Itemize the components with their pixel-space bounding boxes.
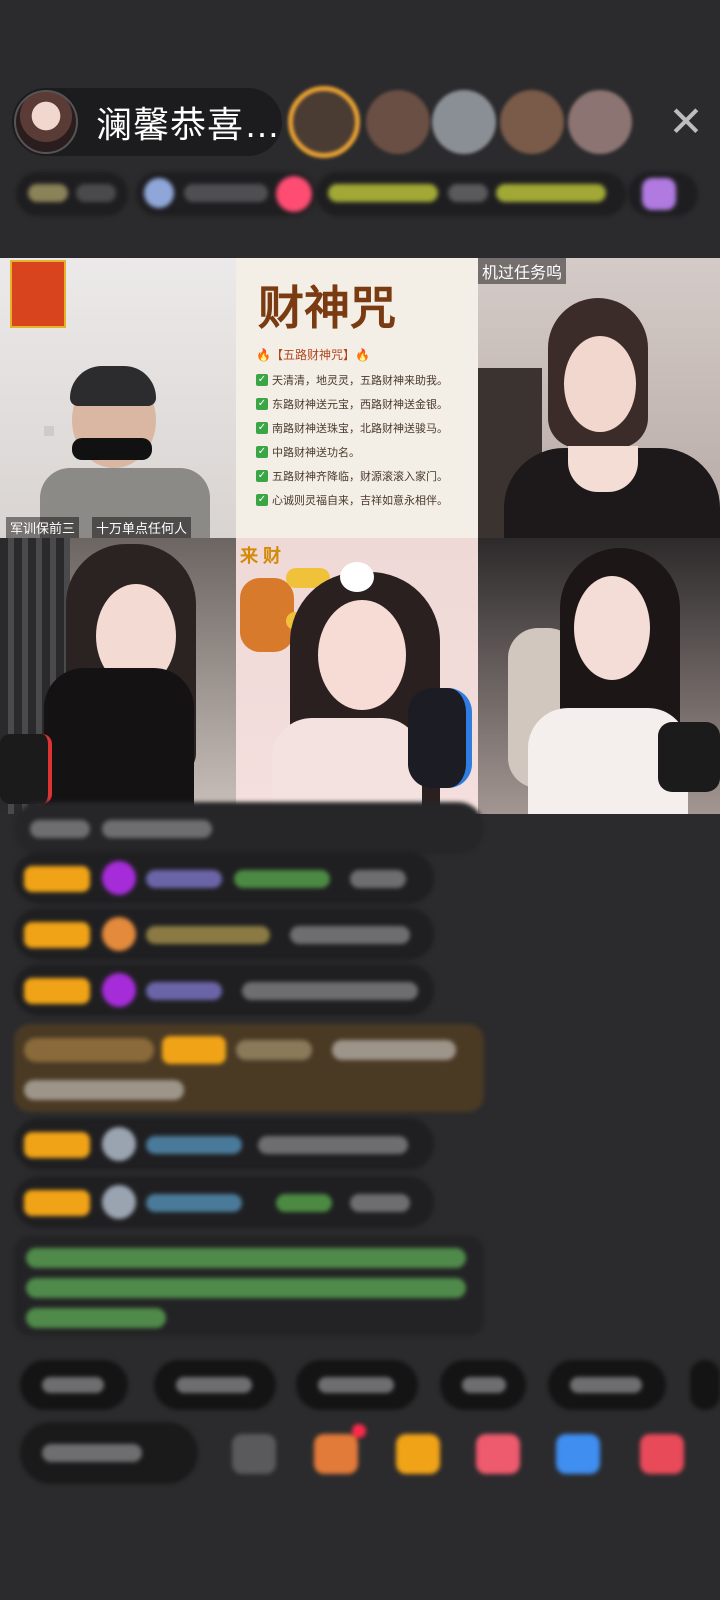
quick-reply-chip[interactable]: [440, 1360, 526, 1410]
check-icon: ✓: [256, 398, 268, 410]
cell-label: 军训保前三: [6, 517, 80, 538]
system-notice: [14, 1236, 484, 1336]
check-icon: ✓: [256, 494, 268, 506]
video-cell-4[interactable]: [0, 538, 236, 814]
task-chip[interactable]: [316, 172, 626, 216]
gift-chip[interactable]: [628, 172, 698, 216]
wealth-line: ✓ 中路财神送功名。: [256, 446, 360, 459]
poster-image: [10, 260, 66, 328]
chat-message: [14, 802, 484, 854]
quick-reply-chip[interactable]: [20, 1360, 128, 1410]
shop-icon[interactable]: [314, 1424, 366, 1474]
chat-message: [14, 1176, 434, 1228]
game-icon[interactable]: [640, 1434, 684, 1474]
wealth-card-title: 财神咒: [258, 281, 396, 335]
video-cell-6[interactable]: [478, 538, 720, 814]
microphone: [408, 688, 472, 788]
fortune-god-sticker: [240, 578, 294, 652]
check-icon: ✓: [256, 374, 268, 386]
chat-message: [14, 908, 434, 960]
wealth-line: ✓ 南路财神送珠宝，北路财神送骏马。: [256, 422, 448, 435]
fortune-label: 来 财: [240, 546, 282, 566]
room-info-row: [16, 172, 706, 216]
share-icon[interactable]: [556, 1434, 600, 1474]
wealth-card-lines: ✓ 天清清，地灵灵，五路财神来助我。 ✓ 东路财神送元宝，西路财神送金银。 ✓ 南路财…: [256, 368, 471, 512]
comment-input[interactable]: [20, 1422, 198, 1484]
viewer-avatar[interactable]: [366, 90, 430, 154]
video-cell-3[interactable]: 机过任务呜: [478, 258, 720, 538]
cell-label: 机过任务呜: [478, 258, 567, 284]
quick-reply-chip[interactable]: [548, 1360, 666, 1410]
person-head: [318, 600, 406, 710]
top-viewer-avatar[interactable]: [288, 86, 360, 158]
quick-reply-chip[interactable]: [296, 1360, 418, 1410]
top: [272, 718, 422, 814]
video-cell-2[interactable]: 财神咒 🔥【五路财神咒】🔥 ✓ 天清清，地灵灵，五路财神来助我。 ✓ 东路财神送元宝…: [236, 258, 478, 538]
cat-sticker: [340, 562, 374, 592]
microphone: [0, 734, 52, 804]
chat-message: [14, 852, 434, 904]
more-icon[interactable]: [232, 1434, 276, 1474]
viewer-avatar[interactable]: [432, 90, 496, 154]
wealth-card-subtitle: 🔥【五路财神咒】🔥: [256, 348, 370, 362]
check-icon: ✓: [256, 470, 268, 482]
viewer-avatar[interactable]: [568, 90, 632, 154]
chat-message: [14, 964, 434, 1016]
red-packet-icon[interactable]: [476, 1434, 520, 1474]
host-name: 澜馨恭喜…: [96, 104, 282, 145]
host-info-pill[interactable]: 澜馨恭喜…: [12, 88, 282, 156]
microphone: [658, 722, 720, 792]
video-cell-5[interactable]: 来 财: [236, 538, 478, 814]
wealth-line: ✓ 心诚则灵福自来，吉祥如意永相伴。: [256, 494, 448, 507]
person-head: [564, 336, 636, 432]
person-head: [574, 576, 650, 680]
chat-message: [14, 1118, 434, 1170]
cell-label: 十万单点任何人: [92, 517, 192, 538]
wall-socket: [44, 426, 54, 436]
host-avatar[interactable]: [14, 90, 78, 154]
close-icon[interactable]: ✕: [664, 100, 708, 144]
quick-reply-chip[interactable]: [154, 1360, 276, 1410]
check-icon: ✓: [256, 446, 268, 458]
chat-highlight-message: [14, 1024, 484, 1112]
wealth-line: ✓ 天清清，地灵灵，五路财神来助我。: [256, 374, 448, 387]
sunglasses-icon: [72, 438, 152, 460]
video-grid: 军训保前三 十万单点任何人 财神咒 🔥【五路财神咒】🔥 ✓ 天清清，地灵灵，五路财…: [0, 258, 720, 814]
rank-chip[interactable]: [16, 172, 128, 216]
hair: [70, 366, 156, 406]
check-icon: ✓: [256, 422, 268, 434]
top: [44, 668, 194, 814]
wealth-line: ✓ 五路财神齐降临，财源滚滚入家门。: [256, 470, 448, 483]
video-cell-1[interactable]: 军训保前三 十万单点任何人: [0, 258, 236, 538]
gift-icon[interactable]: [396, 1434, 440, 1474]
viewer-avatar[interactable]: [500, 90, 564, 154]
quick-reply-chip[interactable]: [690, 1360, 720, 1410]
wealth-line: ✓ 东路财神送元宝，西路财神送金银。: [256, 398, 448, 411]
follow-chip[interactable]: [136, 172, 316, 216]
